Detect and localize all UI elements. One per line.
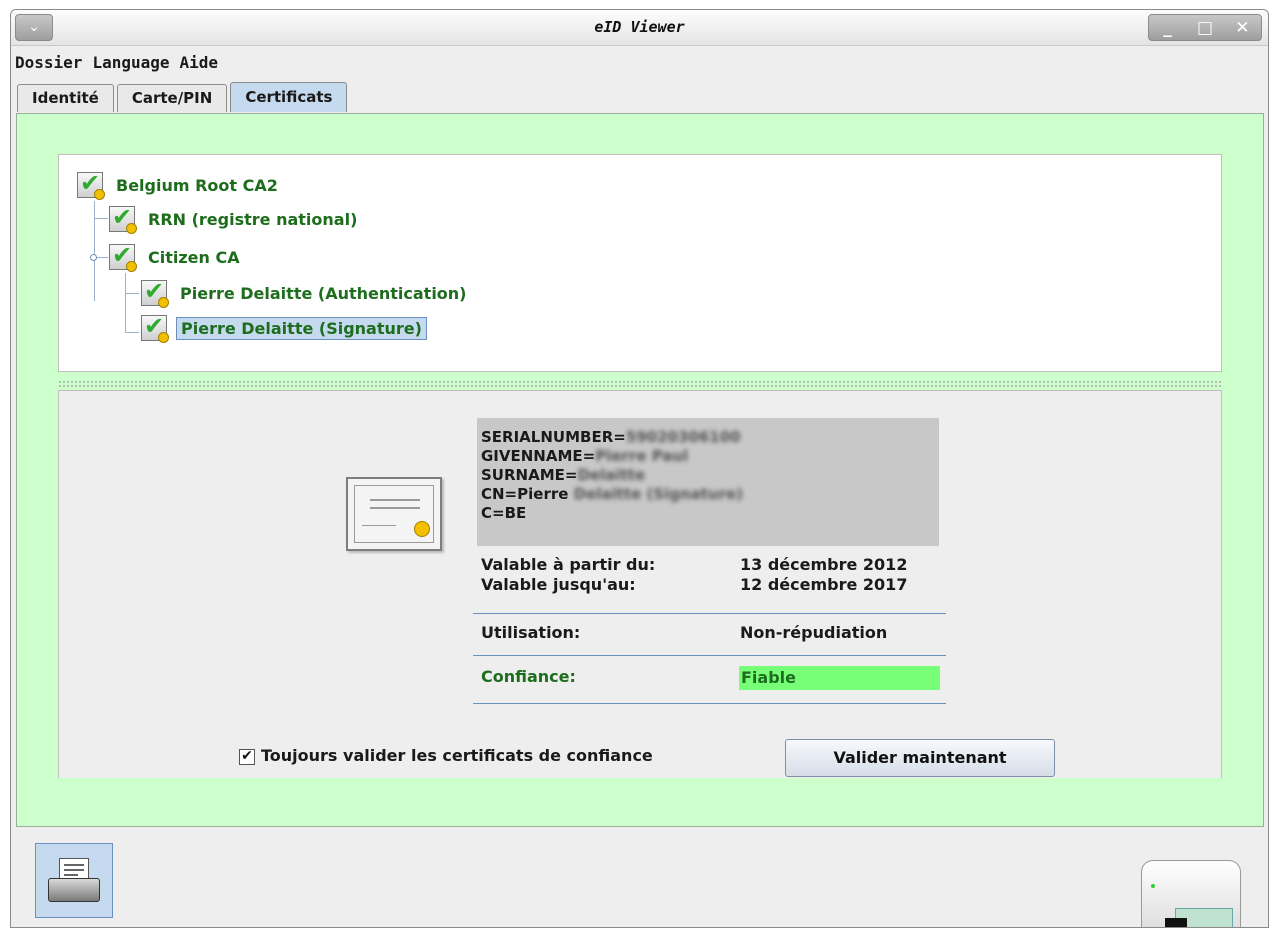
window-controls: _ □ ✕ xyxy=(1148,14,1262,41)
divider xyxy=(473,655,946,656)
givenname-key: GIVENNAME= xyxy=(481,447,596,465)
tree-item-label: RRN (registre national) xyxy=(148,209,358,229)
menu-language[interactable]: Language xyxy=(92,53,169,72)
cn-value: Delaitte (Signature) xyxy=(573,485,744,503)
trust-status-badge: Fiable xyxy=(739,666,940,690)
validation-bar: ✔ Toujours valider les certificats de co… xyxy=(58,734,1222,778)
maximize-icon[interactable]: □ xyxy=(1190,18,1220,38)
menu-aide[interactable]: Aide xyxy=(180,53,219,72)
surname-value: Delaitte xyxy=(577,466,645,484)
cert-valid-icon xyxy=(141,312,169,343)
usage-label: Utilisation: xyxy=(481,623,581,642)
serialnumber-key: SERIALNUMBER= xyxy=(481,428,626,446)
tab-bar: Identité Carte/PIN Certificats xyxy=(17,82,350,112)
serialnumber-value: 59020306100 xyxy=(625,428,741,446)
divider xyxy=(473,703,946,704)
tree-item-label: Pierre Delaitte (Authentication) xyxy=(180,283,467,303)
main-window: ⌄ eID Viewer _ □ ✕ Dossier Language Aide… xyxy=(10,9,1269,928)
divider xyxy=(473,613,946,614)
tab-carte-pin[interactable]: Carte/PIN xyxy=(116,84,228,112)
cert-valid-icon xyxy=(141,277,169,308)
tree-item-label: Belgium Root CA2 xyxy=(116,175,278,195)
print-button[interactable] xyxy=(35,843,113,918)
tree-item[interactable]: Belgium Root CA2 xyxy=(77,169,282,201)
trust-label: Confiance: xyxy=(481,667,576,686)
givenname-value: Pierre Paul xyxy=(595,447,689,465)
tree-item-label: Pierre Delaitte (Signature) xyxy=(176,316,427,340)
tree-item[interactable]: RRN (registre national) xyxy=(109,203,361,235)
tree-item-label: Citizen CA xyxy=(148,247,240,267)
tree-connector xyxy=(125,273,126,333)
tree-connector xyxy=(125,293,139,294)
tree-connector xyxy=(125,332,139,333)
always-validate-checkbox[interactable]: ✔ xyxy=(239,749,255,765)
cert-valid-icon xyxy=(109,241,137,272)
close-icon[interactable]: ✕ xyxy=(1227,18,1257,38)
usage-value: Non-répudiation xyxy=(740,623,888,642)
tree-item[interactable]: Citizen CA xyxy=(109,241,244,273)
certificates-panel: Belgium Root CA2 RRN (registre national)… xyxy=(16,113,1264,827)
always-validate-label[interactable]: Toujours valider les certificats de conf… xyxy=(261,746,653,765)
split-pane-divider[interactable] xyxy=(58,380,1222,388)
certificate-tree: Belgium Root CA2 RRN (registre national)… xyxy=(58,154,1222,372)
valid-from-value: 13 décembre 2012 xyxy=(740,555,908,574)
tree-item[interactable]: Pierre Delaitte (Authentication) xyxy=(141,277,471,309)
minimize-icon[interactable]: _ xyxy=(1153,18,1183,38)
cn-key: CN=Pierre xyxy=(481,485,569,503)
expand-handle-icon[interactable] xyxy=(90,254,97,261)
window-title: eID Viewer xyxy=(594,18,685,36)
tab-identite[interactable]: Identité xyxy=(17,84,114,112)
title-bar[interactable]: ⌄ eID Viewer _ □ ✕ xyxy=(11,10,1268,46)
validate-now-button[interactable]: Valider maintenant xyxy=(785,739,1055,777)
country-value: C=BE xyxy=(481,504,527,522)
certificate-icon xyxy=(346,477,442,551)
tree-item-selected[interactable]: Pierre Delaitte (Signature) xyxy=(141,312,427,344)
certificate-subject: SERIALNUMBER=59020306100 GIVENNAME=Pierr… xyxy=(477,418,939,546)
valid-from-label: Valable à partir du: xyxy=(481,555,656,574)
menu-dossier[interactable]: Dossier xyxy=(15,53,82,72)
certificate-details: SERIALNUMBER=59020306100 GIVENNAME=Pierr… xyxy=(58,390,1222,734)
menu-bar: Dossier Language Aide xyxy=(11,47,1268,77)
surname-key: SURNAME= xyxy=(481,466,578,484)
card-reader-icon xyxy=(1141,860,1241,927)
tree-connector xyxy=(94,218,108,219)
valid-to-value: 12 décembre 2017 xyxy=(740,575,908,594)
tab-certificats[interactable]: Certificats xyxy=(230,82,348,112)
tree-connector xyxy=(94,201,95,301)
cert-valid-icon xyxy=(77,169,105,200)
printer-icon xyxy=(48,858,100,906)
valid-to-label: Valable jusqu'au: xyxy=(481,575,636,594)
cert-valid-icon xyxy=(109,203,137,234)
